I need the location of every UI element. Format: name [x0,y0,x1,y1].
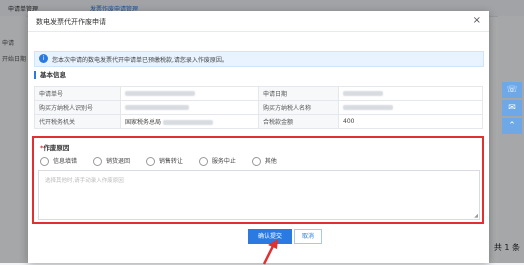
info-icon: i [39,54,48,63]
radio-circle-icon [40,157,49,166]
buyer-tax-id-value [120,100,259,115]
field-label: 合税款金额 [258,114,339,129]
info-alert-text: 您本次申请的数电发票代开申请单已预缴税款,请您录入作废原因。 [52,57,228,64]
resize-grip-icon[interactable]: ◢ [474,213,478,219]
radio-info-error[interactable]: 信息填错 [40,156,77,166]
dialog-title: 数电发票代开作废申请 [36,18,106,26]
void-reason-section: *作废原因 信息填错 销货退回 销售转让 服务中止 其他 选择其他时,请手动录入… [32,136,484,224]
info-alert: i 您本次申请的数电发票代开申请单已预缴税款,请您录入作废原因。 [34,51,484,67]
radio-goods-return[interactable]: 销货退回 [92,156,130,166]
floating-toolbar: ☏ ✉ ⌃ [502,82,522,136]
buyer-name-value [338,100,483,115]
application-date-value [338,86,483,101]
radio-circle-icon [251,157,261,166]
collapse-up-icon[interactable]: ⌃ [502,118,522,134]
void-reason-label: 作废原因 [43,144,70,152]
field-label: 购买方纳税人识别号 [34,100,121,115]
application-number-value [120,86,259,101]
cancel-button[interactable]: 取消 [294,229,322,244]
field-label: 代开税务机关 [34,114,121,129]
radio-label: 服务中止 [211,158,236,165]
redacted-value [162,120,213,125]
void-reason-textarea[interactable]: 选择其他时,请手动录入作废原因 ◢ [38,170,480,220]
radio-label: 销售转让 [158,158,183,165]
basic-info-title: 基本信息 [34,71,66,79]
field-label: 申请日期 [258,86,339,101]
close-icon[interactable]: × [473,15,481,26]
field-label: 购买方纳税人名称 [258,100,339,115]
chat-icon[interactable]: ✉ [502,100,522,116]
redacted-value [125,91,195,96]
radio-label: 其他 [264,158,277,165]
radio-circle-icon [145,157,155,166]
field-label: 申请单号 [34,86,121,101]
radio-service-stop[interactable]: 服务中止 [198,156,236,166]
void-reason-title: *作废原因 [40,142,69,152]
redacted-value [343,105,393,110]
radio-other[interactable]: 其他 [251,156,277,166]
tax-authority-value: 国家税务总局 [120,114,259,129]
redacted-value [343,91,383,96]
radio-sales-transfer[interactable]: 销售转让 [145,156,183,166]
redacted-value [125,105,189,110]
table-row: 申请单号 申请日期 [34,86,483,101]
table-row: 代开税务机关 国家税务总局 合税款金额 400 [34,114,483,129]
radio-circle-icon [198,157,208,166]
radio-label: 销货退回 [105,158,130,165]
dialog-header: 数电发票代开作废申请 × [28,11,489,32]
void-application-dialog: 数电发票代开作废申请 × i 您本次申请的数电发票代开申请单已预缴税款,请您录入… [28,11,489,265]
textarea-placeholder: 选择其他时,请手动录入作废原因 [45,178,124,184]
red-arrow-icon [262,239,278,265]
tax-amount-value: 400 [338,114,483,129]
radio-label: 信息填错 [53,158,78,165]
table-row: 购买方纳税人识别号 购买方纳税人名称 [34,100,483,115]
tax-authority-text: 国家税务总局 [125,119,162,126]
basic-info-table: 申请单号 申请日期 购买方纳税人识别号 购买方纳税人名称 代开税务机关 国家税务… [34,86,483,129]
headset-icon[interactable]: ☏ [502,82,522,98]
void-reason-options: 信息填错 销货退回 销售转让 服务中止 其他 [40,156,291,166]
radio-circle-icon [92,157,102,166]
